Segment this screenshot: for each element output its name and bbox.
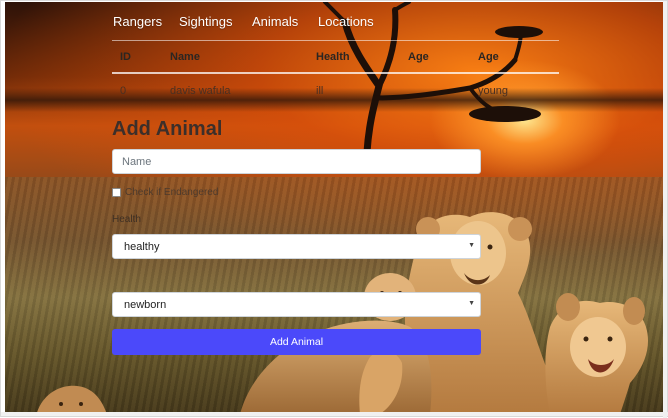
bottom-edge [1,412,668,416]
cell-id: 0 [120,85,127,97]
top-navbar: Rangers Sightings Animals Locations [112,5,559,41]
nav-link-locations[interactable]: Locations [318,14,374,29]
table-header: ID Name Health Age Age [112,42,559,74]
cell-health: ill [316,85,324,97]
column-header-name: Name [170,51,200,63]
animals-table: ID Name Health Age Age [112,42,559,74]
age-select[interactable]: newborn ▼ [112,292,481,317]
chevron-down-icon: ▼ [468,242,475,249]
endangered-label: Check if Endangered [125,187,219,198]
nav-link-animals[interactable]: Animals [252,14,298,29]
endangered-checkbox[interactable] [112,188,121,197]
cell-age: young [478,85,508,97]
age-selected-value: newborn [124,299,167,311]
health-select[interactable]: healthy ▼ [112,234,481,259]
column-header-age-1: Age [408,51,429,63]
nav-link-sightings[interactable]: Sightings [179,14,232,29]
health-label: Health [112,214,141,225]
chevron-down-icon: ▼ [468,300,475,307]
column-header-health: Health [316,51,350,63]
add-animal-button[interactable]: Add Animal [112,329,481,355]
page-scrollbar[interactable] [663,1,667,418]
cub-icon [36,385,107,414]
health-selected-value: healthy [124,241,160,253]
column-header-age-2: Age [478,51,499,63]
cell-name: davis wafula [170,85,231,97]
form-title: Add Animal [112,118,223,140]
name-input[interactable] [112,149,481,174]
browser-viewport: Rangers Sightings Animals Locations ID N… [0,0,668,418]
column-header-id: ID [120,51,131,63]
nav-link-rangers[interactable]: Rangers [113,14,162,29]
